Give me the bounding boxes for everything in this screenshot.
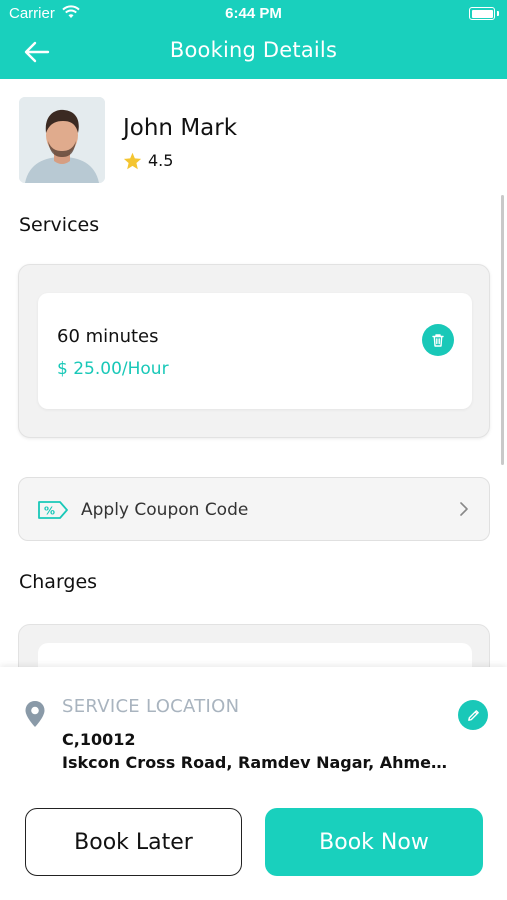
service-name: 60 minutes	[57, 326, 159, 347]
book-later-button[interactable]: Book Later	[25, 808, 242, 876]
avatar	[19, 97, 105, 183]
address-line-1: C,10012	[62, 730, 136, 749]
apply-coupon-button[interactable]: % Apply Coupon Code	[18, 477, 490, 541]
service-location-label: SERVICE LOCATION	[62, 696, 240, 717]
clock: 6:44 PM	[225, 5, 282, 22]
delete-service-button[interactable]	[422, 324, 454, 356]
trash-icon	[432, 334, 444, 347]
services-heading: Services	[19, 214, 100, 236]
battery-icon	[469, 7, 499, 20]
book-now-button[interactable]: Book Now	[265, 808, 483, 876]
chevron-right-icon	[459, 501, 469, 521]
coupon-tag-icon: %	[37, 500, 69, 524]
provider-name: John Mark	[123, 115, 238, 141]
scrollbar[interactable]	[501, 195, 504, 465]
provider-rating: 4.5	[123, 151, 173, 170]
svg-text:%: %	[44, 505, 55, 518]
service-item: 60 minutes $ 25.00/Hour	[38, 293, 472, 409]
service-price: $ 25.00/Hour	[57, 359, 169, 379]
pencil-icon	[467, 709, 479, 721]
edit-location-button[interactable]	[458, 700, 488, 730]
rating-value: 4.5	[148, 151, 174, 170]
address-line-2: Iskcon Cross Road, Ramdev Nagar, Ahmedab…	[62, 753, 452, 772]
coupon-label: Apply Coupon Code	[81, 500, 249, 520]
charges-heading: Charges	[19, 571, 98, 593]
star-icon	[123, 152, 142, 169]
page-title: Booking Details	[169, 38, 338, 62]
services-card: 60 minutes $ 25.00/Hour	[18, 264, 490, 438]
status-bar: Carrier 6:44 PM	[0, 0, 507, 28]
top-bar: Carrier 6:44 PM Booking Details	[0, 0, 507, 79]
location-pin-icon	[24, 700, 46, 732]
